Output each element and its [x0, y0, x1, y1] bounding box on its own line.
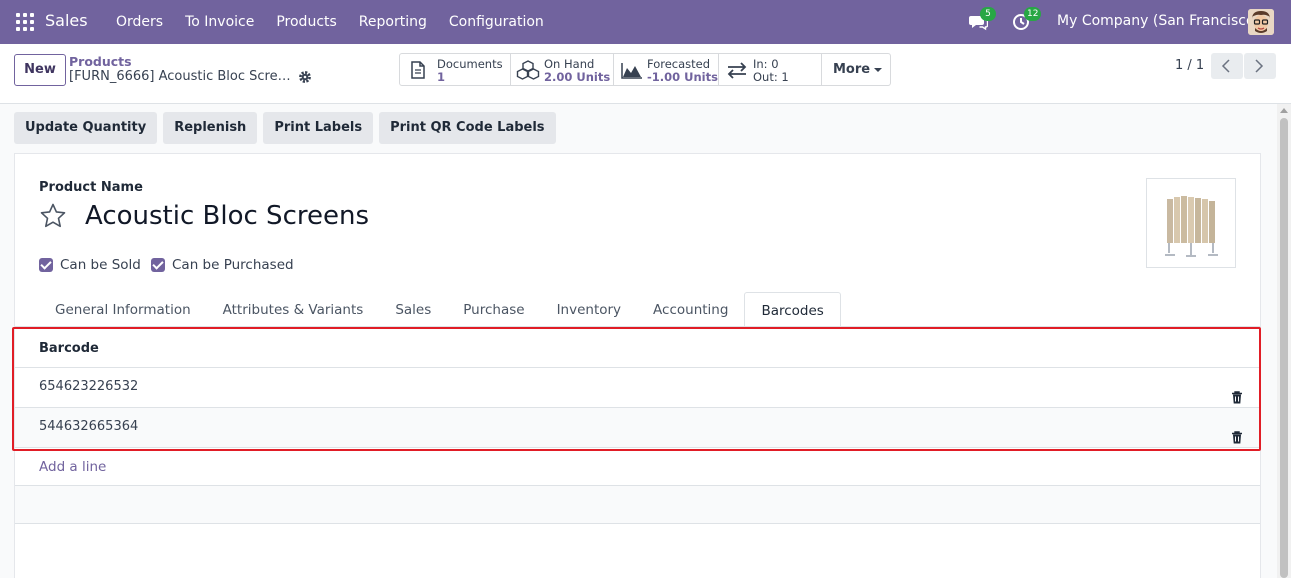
pager-previous-button[interactable]: [1211, 53, 1243, 79]
app-grid-icon[interactable]: [16, 13, 34, 31]
barcode-column-header[interactable]: Barcode: [15, 327, 1260, 368]
cubes-icon: [516, 60, 540, 80]
scrollbar-thumb[interactable]: [1280, 118, 1288, 578]
control-panel: New Products [FURN_6666] Acoustic Bloc S…: [0, 44, 1291, 104]
menu-products[interactable]: Products: [265, 0, 347, 44]
tab-attributes-variants[interactable]: Attributes & Variants: [207, 292, 380, 327]
out-count: Out: 1: [753, 70, 789, 84]
menu-to-invoice[interactable]: To Invoice: [174, 0, 265, 44]
in-out-smart-button[interactable]: In: 0 Out: 1: [719, 54, 822, 85]
documents-count: 1: [437, 70, 446, 84]
document-icon: [408, 60, 428, 80]
caret-down-icon: [874, 67, 883, 72]
activities-clock-icon[interactable]: 12: [1012, 7, 1042, 32]
breadcrumb-current-record: [FURN_6666] Acoustic Bloc Screens: [69, 69, 291, 84]
messages-count-badge: 5: [980, 7, 996, 21]
table-row[interactable]: 654623226532: [15, 368, 1260, 408]
form-tabs: General Information Attributes & Variant…: [39, 292, 841, 327]
activities-count-badge: 12: [1024, 7, 1042, 21]
checkbox-checked-icon: [151, 258, 165, 272]
product-name-label: Product Name: [39, 180, 143, 195]
barcode-table: Barcode 654623226532 544632665364 Add a …: [15, 327, 1260, 524]
chevron-left-icon: [1221, 59, 1230, 73]
on-hand-label: On Hand: [544, 57, 595, 71]
in-count: In: 0: [753, 57, 779, 71]
replenish-button[interactable]: Replenish: [163, 112, 258, 144]
gear-icon[interactable]: [298, 70, 312, 84]
forecasted-smart-button[interactable]: Forecasted -1.00 Units: [614, 54, 719, 85]
tab-barcodes[interactable]: Barcodes: [744, 292, 841, 327]
breadcrumb-products[interactable]: Products: [69, 54, 132, 69]
menu-configuration[interactable]: Configuration: [438, 0, 555, 44]
user-avatar[interactable]: [1248, 9, 1274, 35]
more-smart-buttons-dropdown[interactable]: More: [822, 54, 890, 85]
messages-icon[interactable]: 5: [968, 7, 996, 32]
can-be-purchased-checkbox[interactable]: Can be Purchased: [151, 257, 294, 273]
print-qr-code-labels-button[interactable]: Print QR Code Labels: [379, 112, 556, 144]
tab-purchase[interactable]: Purchase: [447, 292, 540, 327]
on-hand-value: 2.00 Units: [544, 70, 611, 84]
form-action-buttons: Update Quantity Replenish Print Labels P…: [14, 112, 556, 144]
product-name-field[interactable]: Acoustic Bloc Screens: [85, 201, 369, 231]
more-label: More: [833, 62, 871, 77]
update-quantity-button[interactable]: Update Quantity: [14, 112, 158, 144]
app-name[interactable]: Sales: [45, 11, 88, 30]
can-be-sold-checkbox[interactable]: Can be Sold: [39, 257, 141, 273]
table-row[interactable]: 544632665364: [15, 408, 1260, 448]
barcode-cell: 654623226532: [39, 379, 139, 394]
print-labels-button[interactable]: Print Labels: [263, 112, 374, 144]
area-chart-icon: [621, 60, 643, 80]
can-be-sold-label: Can be Sold: [60, 257, 141, 273]
menu-orders[interactable]: Orders: [105, 0, 174, 44]
main-menu: Orders To Invoice Products Reporting Con…: [105, 0, 555, 44]
form-sheet: Product Name Acoustic Bloc Screens Can b…: [14, 153, 1261, 578]
empty-table-row: [15, 486, 1260, 524]
exchange-arrows-icon: [726, 60, 748, 80]
barcode-cell: 544632665364: [39, 419, 139, 434]
forecasted-label: Forecasted: [647, 57, 711, 71]
smart-buttons: Documents 1 On Hand 2.00 Units Forecaste…: [399, 53, 891, 86]
documents-smart-button[interactable]: Documents 1: [400, 54, 511, 85]
vertical-scrollbar[interactable]: [1277, 104, 1291, 578]
form-content-area: Update Quantity Replenish Print Labels P…: [0, 104, 1277, 578]
company-switcher[interactable]: My Company (San Francisco): [1057, 13, 1260, 29]
documents-label: Documents: [437, 57, 503, 71]
forecasted-value: -1.00 Units: [647, 70, 718, 84]
pager-value[interactable]: 1 / 1: [1175, 58, 1204, 73]
trash-icon[interactable]: [1231, 382, 1243, 404]
menu-reporting[interactable]: Reporting: [348, 0, 438, 44]
scroll-up-arrow-icon[interactable]: [1280, 108, 1288, 113]
trash-icon[interactable]: [1231, 422, 1243, 444]
tab-accounting[interactable]: Accounting: [637, 292, 744, 327]
product-image[interactable]: [1146, 178, 1236, 268]
on-hand-smart-button[interactable]: On Hand 2.00 Units: [511, 54, 614, 85]
checkbox-checked-icon: [39, 258, 53, 272]
chevron-right-icon: [1255, 59, 1264, 73]
tab-general-information[interactable]: General Information: [39, 292, 207, 327]
add-a-line-link[interactable]: Add a line: [15, 448, 1260, 486]
can-be-purchased-label: Can be Purchased: [172, 257, 294, 273]
star-icon[interactable]: [39, 202, 67, 230]
pager-next-button[interactable]: [1244, 53, 1276, 79]
tab-inventory[interactable]: Inventory: [541, 292, 637, 327]
new-button[interactable]: New: [14, 54, 66, 86]
top-navbar: Sales Orders To Invoice Products Reporti…: [0, 0, 1291, 44]
tab-sales[interactable]: Sales: [379, 292, 447, 327]
